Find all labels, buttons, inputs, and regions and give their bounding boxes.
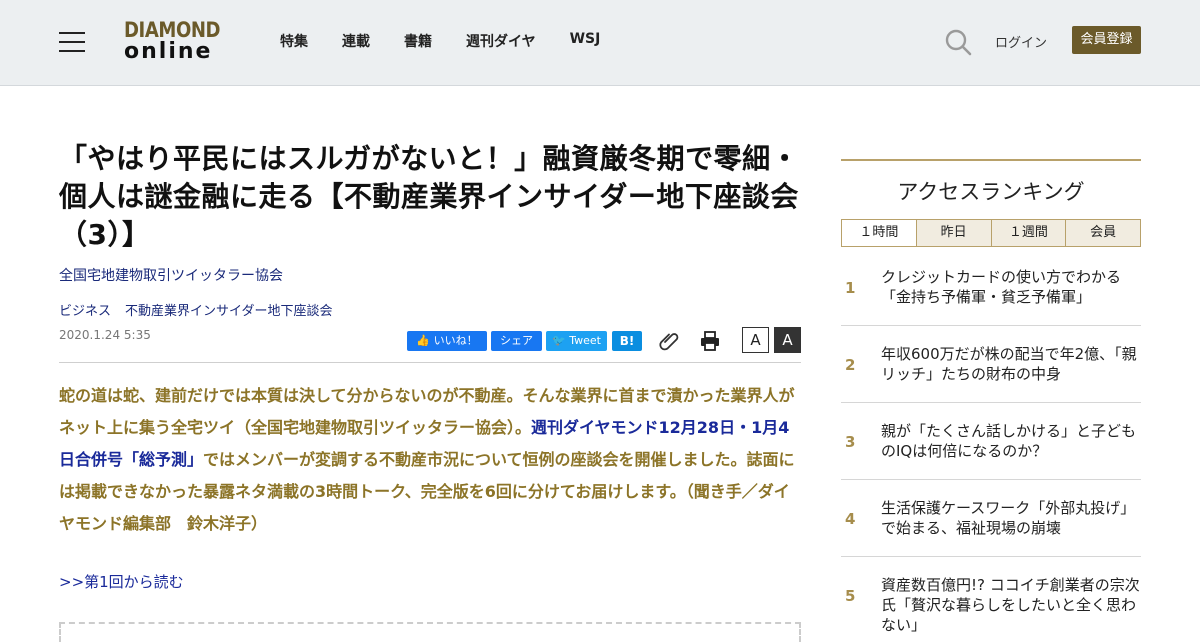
rank-number: 5 (845, 586, 856, 605)
ranking-item[interactable]: 1 クレジットカードの使い方でわかる「金持ち予備軍・貧乏予備軍」 (841, 249, 1141, 326)
rank-number: 1 (845, 278, 856, 297)
nav-item-series[interactable]: 連載 (342, 31, 370, 51)
tab-yesterday[interactable]: 昨日 (916, 219, 992, 247)
rank-headline: 生活保護ケースワーク「外部丸投げ」で始まる、福祉現場の崩壊 (881, 499, 1136, 537)
login-link[interactable]: ログイン (995, 32, 1047, 51)
article-title: 「やはり平民にはスルガがないと！」融資厳冬期で零細・個人は謎金融に走る【不動産業… (59, 142, 800, 251)
tab-1week[interactable]: １週間 (991, 219, 1067, 247)
rank-headline: 資産数百億円!? ココイチ創業者の宗次氏「贅沢な暮らしをしたいと全く思わない」 (881, 576, 1140, 634)
site-header: DIAMOND online 特集 連載 書籍 週刊ダイヤ WSJ ログイン 会… (0, 0, 1200, 86)
ranking-item[interactable]: 3 親が「たくさん話しかける」と子どものIQは何倍になるのか？ (841, 403, 1141, 480)
article-tags: ビジネス 不動産業界インサイダー地下座談会 (59, 300, 333, 319)
rank-number: 2 (845, 355, 856, 374)
ranking-item[interactable]: 2 年収600万だが株の配当で年2億、「親リッチ」たちの財布の中身 (841, 326, 1141, 403)
rank-headline: 年収600万だが株の配当で年2億、「親リッチ」たちの財布の中身 (881, 345, 1137, 383)
search-icon[interactable] (944, 28, 972, 56)
read-first-part-link[interactable]: >>第1回から読む (59, 571, 184, 592)
main-nav: 特集 連載 書籍 週刊ダイヤ WSJ (280, 31, 600, 51)
ranking-tabs: １時間 昨日 １週間 会員 (841, 219, 1141, 247)
ranking-item[interactable]: 5 資産数百億円!? ココイチ創業者の宗次氏「贅沢な暮らしをしたいと全く思わない… (841, 557, 1141, 634)
ranking-top-rule (841, 159, 1141, 161)
twitter-bird-icon: 🐦 (552, 334, 566, 347)
tab-1hour[interactable]: １時間 (841, 219, 917, 247)
nav-item-weekly[interactable]: 週刊ダイヤ (466, 31, 536, 51)
nav-item-books[interactable]: 書籍 (404, 31, 432, 51)
nav-item-feature[interactable]: 特集 (280, 31, 308, 51)
paperclip-icon[interactable] (658, 330, 680, 352)
tag-business[interactable]: ビジネス (59, 300, 111, 319)
thumbs-up-icon: 👍 (416, 334, 431, 347)
rank-number: 4 (845, 509, 856, 528)
tab-members[interactable]: 会員 (1066, 219, 1141, 247)
article-lead: 蛇の道は蛇、建前だけでは本質は決して分からないのが不動産。そんな業界に首まで漬か… (59, 380, 803, 540)
menu-icon[interactable] (59, 32, 85, 52)
font-size-large-button[interactable]: A (774, 327, 801, 353)
hatena-bookmark-button[interactable]: B! (612, 331, 642, 351)
divider (59, 362, 801, 363)
tweet-button[interactable]: 🐦 Tweet (546, 331, 607, 351)
content-box (59, 622, 801, 642)
rank-number: 3 (845, 432, 856, 451)
print-icon[interactable] (699, 330, 721, 352)
site-logo[interactable]: DIAMOND online (124, 20, 228, 66)
rank-headline: クレジットカードの使い方でわかる「金持ち予備軍・貧乏予備軍」 (881, 268, 1122, 306)
publish-date: 2020.1.24 5:35 (59, 328, 151, 342)
logo-line1: DIAMOND (124, 18, 221, 42)
ranking-item[interactable]: 4 生活保護ケースワーク「外部丸投げ」で始まる、福祉現場の崩壊 (841, 480, 1141, 557)
logo-line2: online (124, 39, 213, 64)
author-link[interactable]: 全国宅地建物取引ツイッタラー協会 (59, 265, 283, 285)
nav-item-wsj[interactable]: WSJ (570, 31, 601, 51)
facebook-like-button[interactable]: 👍 いいね！ (407, 331, 487, 351)
tag-series[interactable]: 不動産業界インサイダー地下座談会 (125, 300, 332, 319)
rank-headline: 親が「たくさん話しかける」と子どものIQは何倍になるのか？ (881, 422, 1137, 460)
ranking-title: アクセスランキング (897, 180, 1085, 204)
font-size-small-button[interactable]: A (742, 327, 769, 353)
facebook-share-button[interactable]: シェア (491, 331, 542, 351)
register-button[interactable]: 会員登録 (1072, 26, 1141, 54)
